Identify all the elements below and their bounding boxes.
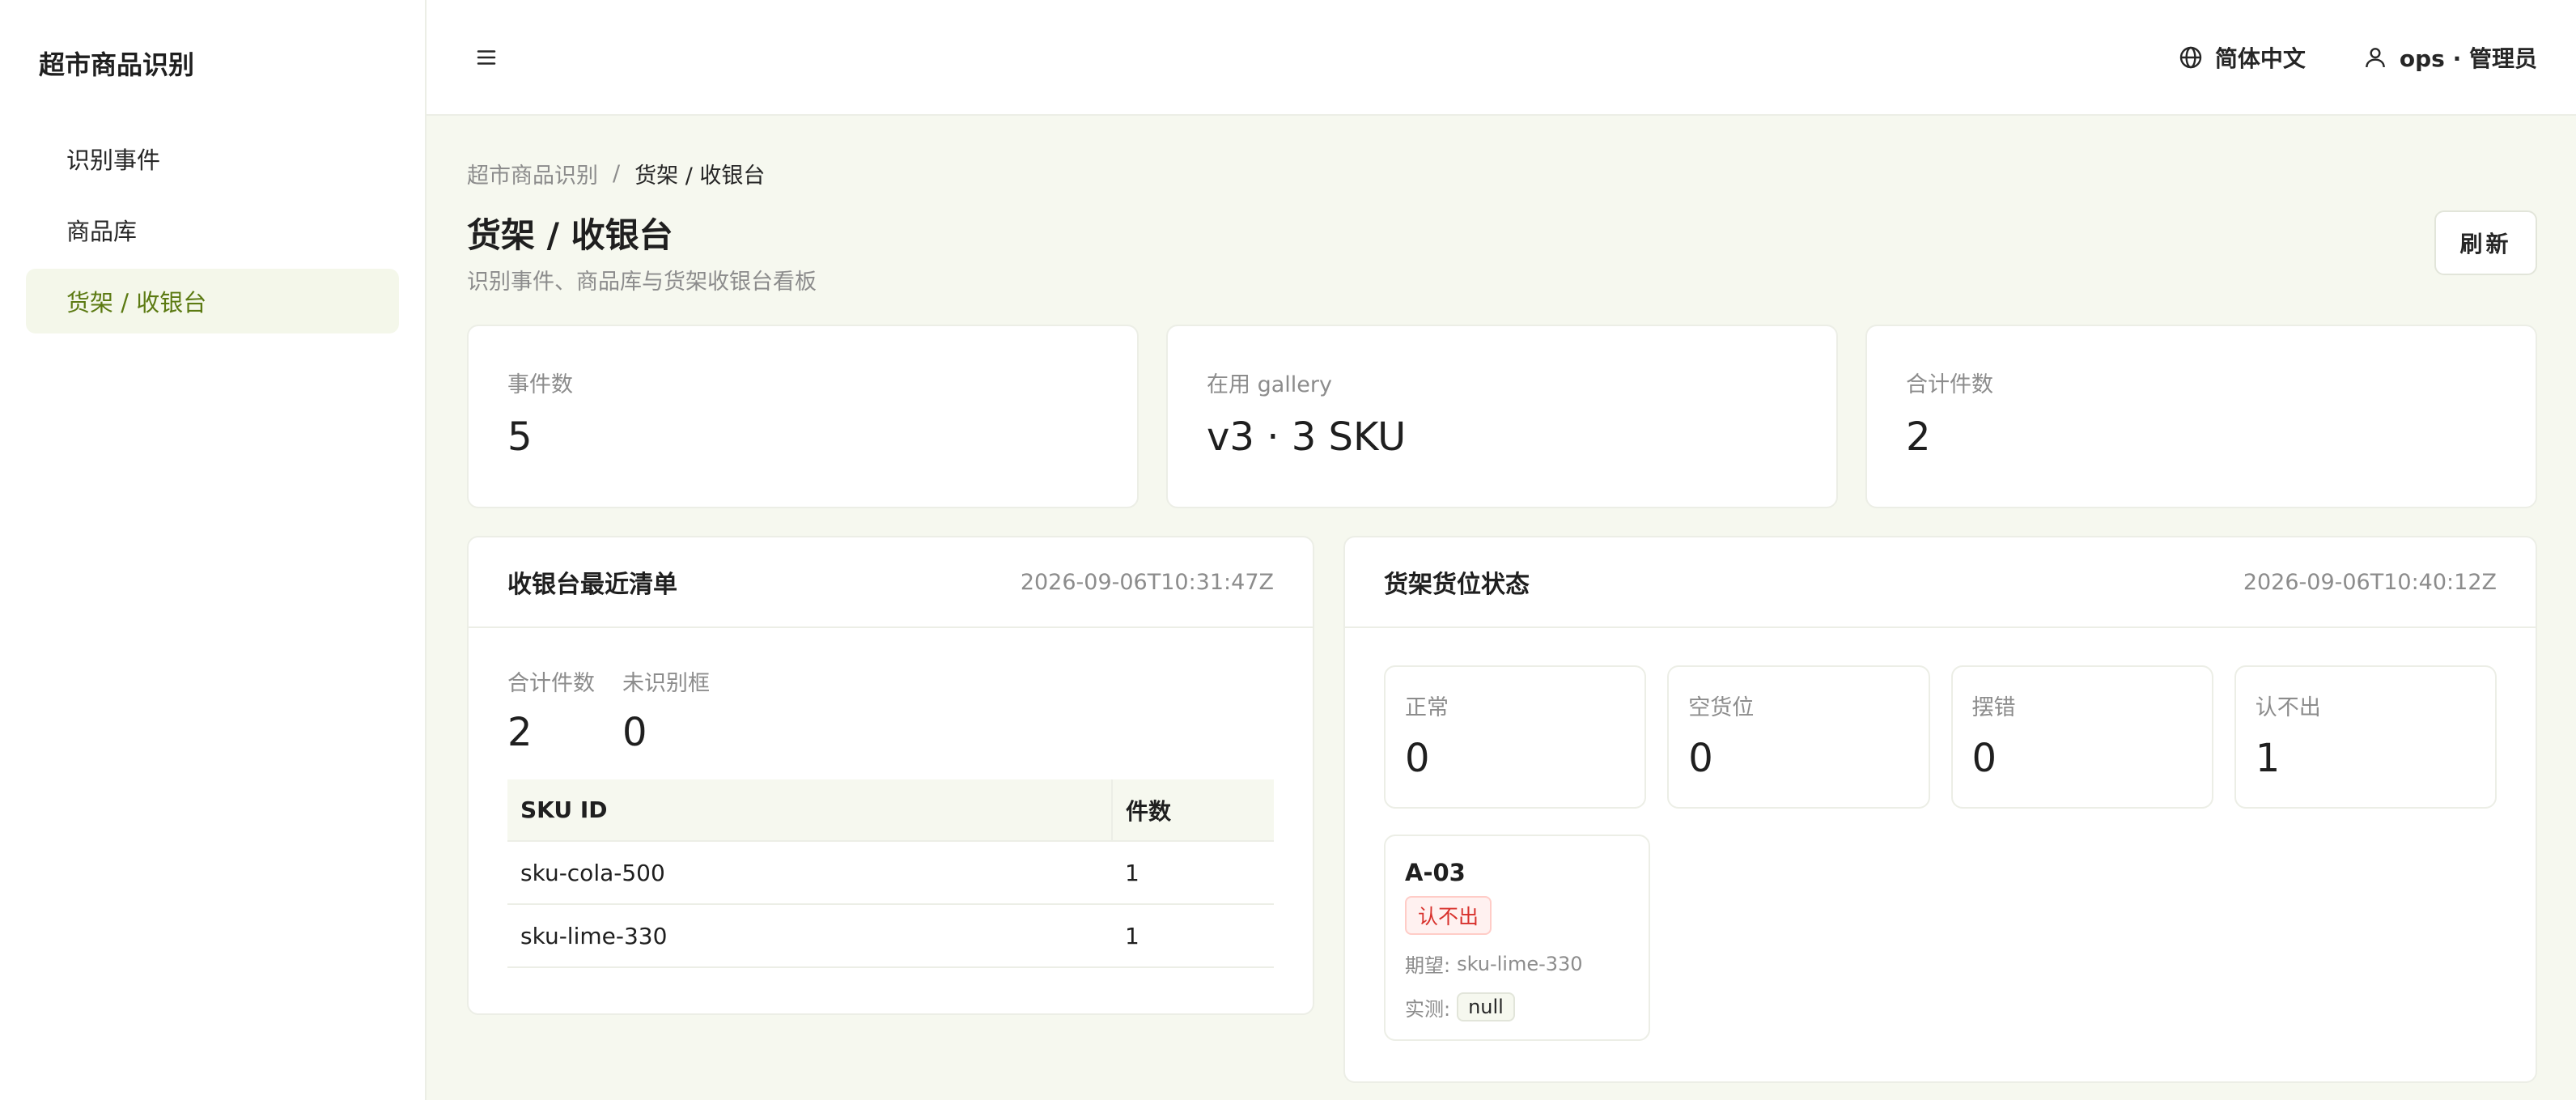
table-row[interactable]: sku-lime-330 1 <box>507 904 1274 969</box>
sidebar-item-shelf-checkout[interactable]: 货架 / 收银台 <box>26 269 399 333</box>
language-switcher[interactable]: 简体中文 <box>2178 41 2306 74</box>
summary-label: 正常 <box>1405 695 1449 721</box>
cell-sku: sku-lime-330 <box>507 904 1112 969</box>
slot-expected-label: 期望: <box>1405 954 1451 978</box>
menu-toggle-button[interactable] <box>469 40 504 75</box>
column-header-sku[interactable]: SKU ID <box>507 779 1112 843</box>
breadcrumb-current: 货架 / 收银台 <box>634 164 766 189</box>
breadcrumb-root[interactable]: 超市商品识别 <box>467 158 598 189</box>
summary-value: 0 <box>1971 736 1997 782</box>
breadcrumb: 超市商品识别 / 货架 / 收银台 <box>467 158 2537 189</box>
sidebar-nav: 识别事件 商品库 货架 / 收银台 <box>0 126 425 333</box>
summary-label: 合计件数 <box>507 671 595 697</box>
slot-code: A-03 <box>1405 859 1466 887</box>
shelf-timestamp: 2026-09-06T10:40:12Z <box>2243 569 2497 595</box>
stat-value: v3 · 3 SKU <box>1207 414 1407 461</box>
language-label: 简体中文 <box>2214 45 2306 72</box>
table-header-row: SKU ID 件数 <box>507 779 1274 843</box>
checkout-timestamp: 2026-09-06T10:31:47Z <box>1020 569 1274 595</box>
summary-value: 2 <box>507 710 533 756</box>
stat-value: 5 <box>507 414 533 461</box>
cell-count: 1 <box>1112 904 1274 969</box>
sidebar-item-events[interactable]: 识别事件 <box>26 126 399 191</box>
summary-label: 认不出 <box>2255 695 2321 721</box>
menu-icon <box>477 49 496 65</box>
refresh-button[interactable]: 刷新 <box>2434 210 2537 275</box>
stat-row: 事件数 5 在用 gallery v3 · 3 SKU 合计件数 2 <box>467 325 2537 509</box>
column-header-count[interactable]: 件数 <box>1111 779 1274 843</box>
stat-card-events: 事件数 5 <box>467 325 1139 509</box>
slot-stat-unrecognized: 认不出 1 <box>2234 665 2497 809</box>
stat-value: 2 <box>1906 414 1931 461</box>
slot-stat-normal: 正常 0 <box>1384 665 1647 809</box>
summary-value: 0 <box>1405 736 1430 782</box>
shelf-panel: 货架货位状态 2026-09-06T10:40:12Z 正常 0 空货位 0 摆… <box>1343 536 2537 1084</box>
shelf-panel-title: 货架货位状态 <box>1384 571 1530 600</box>
stat-label: 合计件数 <box>1906 372 1993 398</box>
checkout-summary: 合计件数 2 未识别框 0 <box>507 665 1274 755</box>
summary-value: 0 <box>622 710 647 756</box>
panel-row: 收银台最近清单 2026-09-06T10:31:47Z 合计件数 2 未识别框… <box>467 536 2537 1084</box>
slot-stat-misplaced: 摆错 0 <box>1950 665 2213 809</box>
shelf-slot-card[interactable]: A-03 认不出 期望: sku-lime-330 实测: null <box>1384 835 1650 1042</box>
shelf-panel-header: 货架货位状态 2026-09-06T10:40:12Z <box>1345 537 2536 629</box>
status-badge: 认不出 <box>1405 896 1492 936</box>
sidebar: 超市商品识别 识别事件 商品库 货架 / 收银台 <box>0 0 427 1100</box>
brand-title: 超市商品识别 <box>39 49 195 80</box>
cell-count: 1 <box>1112 841 1274 906</box>
summary-label: 空货位 <box>1688 695 1755 721</box>
user-menu[interactable]: ops · 管理员 <box>2362 41 2537 74</box>
breadcrumb-separator: / <box>613 161 621 186</box>
checkout-summary-unrecognized: 未识别框 0 <box>622 665 710 755</box>
summary-label: 未识别框 <box>622 671 710 697</box>
stat-card-total-items: 合计件数 2 <box>1865 325 2537 509</box>
page-title: 货架 / 收银台 <box>467 215 673 255</box>
app-root: 超市商品识别 识别事件 商品库 货架 / 收银台 简体中文 ops · 管理员 … <box>0 0 2576 1100</box>
globe-icon <box>2179 46 2202 68</box>
checkout-panel-header: 收银台最近清单 2026-09-06T10:31:47Z <box>469 537 1313 629</box>
table-row[interactable]: sku-cola-500 1 <box>507 841 1274 906</box>
checkout-panel-body: 合计件数 2 未识别框 0 SKU ID 件数 sku-cola-500 1 s… <box>469 628 1313 1005</box>
slot-expected: 期望: sku-lime-330 <box>1405 949 1629 978</box>
slot-actual-label: 实测: <box>1405 997 1451 1021</box>
summary-value: 0 <box>1688 736 1713 782</box>
checkout-panel: 收银台最近清单 2026-09-06T10:31:47Z 合计件数 2 未识别框… <box>467 536 1314 1016</box>
checkout-summary-total: 合计件数 2 <box>507 665 595 755</box>
summary-label: 摆错 <box>1971 695 2016 721</box>
page-subtitle: 识别事件、商品库与货架收银台看板 <box>467 270 817 295</box>
main-area: 简体中文 ops · 管理员 超市商品识别 / 货架 / 收银台 货架 / 收银… <box>427 0 2576 1100</box>
shelf-summary: 正常 0 空货位 0 摆错 0 认不出 1 <box>1384 665 2497 809</box>
title-row: 货架 / 收银台 识别事件、商品库与货架收银台看板 刷新 <box>467 210 2537 295</box>
title-block: 货架 / 收银台 识别事件、商品库与货架收银台看板 <box>467 215 817 295</box>
slot-stat-empty: 空货位 0 <box>1667 665 1930 809</box>
summary-value: 1 <box>2255 736 2281 782</box>
checkout-table: SKU ID 件数 sku-cola-500 1 sku-lime-330 1 <box>507 779 1274 969</box>
sidebar-item-catalog[interactable]: 商品库 <box>26 197 399 262</box>
cell-sku: sku-cola-500 <box>507 841 1112 906</box>
user-icon <box>2366 47 2385 67</box>
top-header: 简体中文 ops · 管理员 <box>427 0 2576 116</box>
stat-card-gallery: 在用 gallery v3 · 3 SKU <box>1166 325 1838 509</box>
page-content: 超市商品识别 / 货架 / 收银台 货架 / 收银台 识别事件、商品库与货架收银… <box>427 116 2576 1084</box>
slot-actual-value: null <box>1457 992 1515 1022</box>
stat-label: 事件数 <box>507 372 573 398</box>
stat-label: 在用 gallery <box>1207 372 1332 398</box>
slot-actual: 实测: null <box>1405 992 1629 1022</box>
checkout-panel-title: 收银台最近清单 <box>507 571 677 600</box>
shelf-panel-body: 正常 0 空货位 0 摆错 0 认不出 1 A-03 认不出 期望: sku-l… <box>1345 628 2536 1078</box>
slot-expected-value: sku-lime-330 <box>1457 952 1583 975</box>
user-label: ops · 管理员 <box>2399 45 2537 72</box>
